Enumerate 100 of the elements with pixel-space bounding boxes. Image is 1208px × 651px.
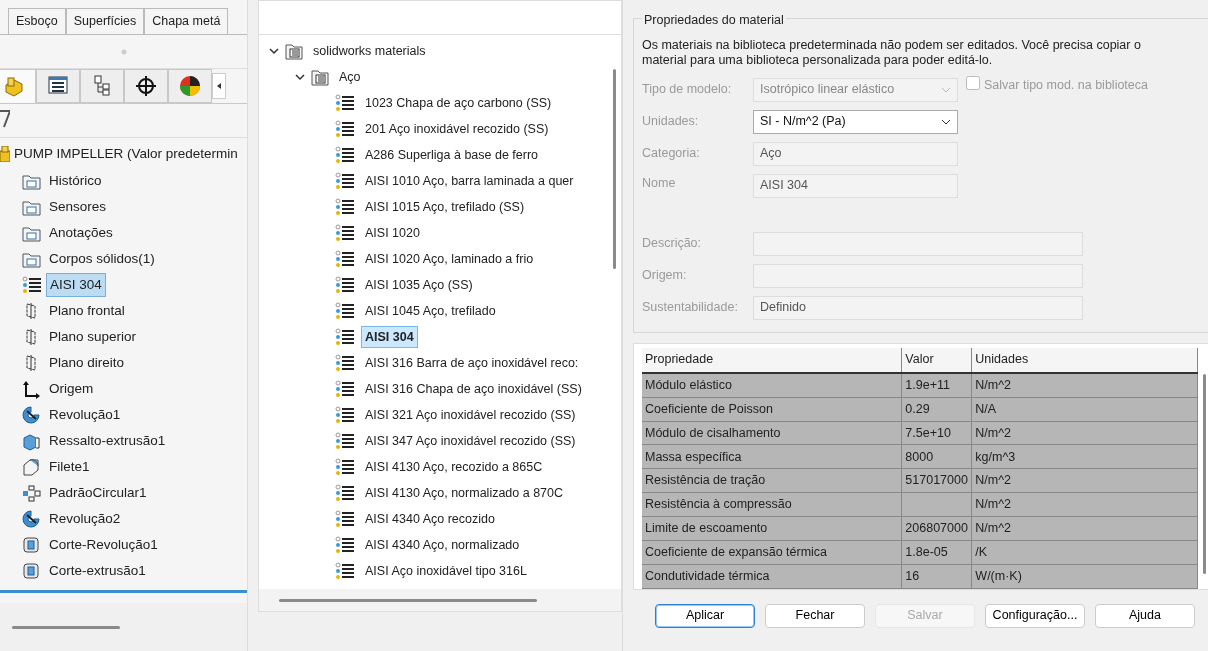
material-item[interactable]: AISI 4340 Aço, normalizado <box>361 533 524 557</box>
fillet-icon <box>22 457 41 477</box>
material-icon <box>335 94 355 112</box>
material-icon <box>335 458 355 476</box>
material-item[interactable]: AISI 4340 Aço recozido <box>361 507 499 531</box>
table-cell: Resistência à compressão <box>642 492 902 517</box>
scrollbar[interactable] <box>1202 373 1206 574</box>
part-icon <box>2 74 26 99</box>
panel-tab[interactable] <box>168 69 212 103</box>
material-icon <box>335 172 355 190</box>
material-icon <box>335 120 355 138</box>
chevron-icon <box>941 118 951 125</box>
library-item[interactable]: Aço <box>335 65 365 89</box>
material-item[interactable]: AISI 1045 Aço, trefilado <box>361 299 500 323</box>
material-item[interactable]: AISI 4130 Aço, recozido a 865C <box>361 455 547 479</box>
material-item[interactable]: AISI 304 <box>361 325 418 349</box>
tree-item[interactable]: Sensores <box>46 195 110 219</box>
filter-icon[interactable] <box>0 110 10 128</box>
material-item[interactable]: AISI 347 Aço inoxidável recozido (SS) <box>361 429 580 453</box>
tree-item[interactable]: Corpos sólidos(1) <box>46 247 158 271</box>
material-icon <box>335 484 355 502</box>
material-icon <box>335 406 355 424</box>
tree-item[interactable]: Origem <box>46 377 97 401</box>
library-item[interactable]: solidworks materials <box>309 39 430 63</box>
tree-item[interactable]: Plano frontal <box>46 299 128 323</box>
crosshair-icon <box>134 74 158 98</box>
table-cell: N/m^2 <box>971 372 1198 398</box>
tree-item[interactable]: Corte-extrusão1 <box>46 559 149 583</box>
table-cell: N/m^2 <box>971 516 1198 541</box>
tree-item[interactable]: Plano superior <box>46 325 140 349</box>
field-label: Sustentabilidade: <box>642 299 739 317</box>
tree-item[interactable]: Plano direito <box>46 351 128 375</box>
material-icon <box>335 562 355 580</box>
material-icon <box>335 302 355 320</box>
tree-item[interactable]: AISI 304 <box>46 272 106 298</box>
material-icon <box>335 198 355 216</box>
chevron-icon[interactable] <box>269 46 279 56</box>
grip-icon <box>120 48 127 55</box>
dialog-button[interactable]: Fechar <box>765 603 865 628</box>
material-icon <box>335 250 355 268</box>
material-item[interactable]: AISI 1020 Aço, laminado a frio <box>361 247 538 271</box>
toolbar-tab[interactable]: Chapa metá <box>144 8 229 34</box>
material-icon <box>22 275 41 295</box>
panel-tab[interactable] <box>124 69 168 103</box>
material-item[interactable]: 201 Aço inoxidável recozido (SS) <box>361 117 553 141</box>
scrollbar[interactable] <box>279 598 537 602</box>
material-item[interactable]: AISI 4130 Aço, normalizado a 870C <box>361 481 568 505</box>
scroll-left-button[interactable] <box>212 73 226 99</box>
column-header[interactable]: Propriedade <box>642 347 902 373</box>
field-label: Origem: <box>642 267 688 285</box>
origin-icon <box>22 379 41 399</box>
tree-item[interactable]: Ressalto-extrusão1 <box>46 429 169 453</box>
table-cell: Módulo elástico <box>642 372 902 398</box>
tree-item[interactable]: PUMP IMPELLER (Valor predetermin <box>14 143 238 165</box>
tree-item[interactable]: Anotações <box>46 221 116 245</box>
folder-icon <box>311 68 329 86</box>
tree-item[interactable]: PadrãoCircular1 <box>46 481 150 505</box>
material-icon <box>335 224 355 242</box>
dialog-button[interactable]: Ajuda <box>1095 603 1195 628</box>
material-item[interactable]: AISI 1010 Aço, barra laminada a quer <box>361 169 578 193</box>
table-cell: Módulo de cisalhamento <box>642 421 902 445</box>
dialog-button[interactable]: Configuração... <box>985 603 1085 628</box>
chevron-icon[interactable] <box>295 72 305 82</box>
dropdown[interactable]: SI - N/m^2 (Pa) <box>753 109 958 134</box>
scrollbar[interactable] <box>12 625 120 629</box>
folder-icon <box>285 42 303 60</box>
tree-item[interactable]: Revolução2 <box>46 507 124 531</box>
tree-item[interactable]: Revolução1 <box>46 403 124 427</box>
column-header[interactable]: Unidades <box>971 347 1198 373</box>
table-cell: Resistência de tração <box>642 468 902 493</box>
material-icon <box>335 354 355 372</box>
toolbar-tab[interactable]: Esboço <box>8 8 66 34</box>
appearance-icon <box>178 74 202 98</box>
field-label: Tipo de modelo: <box>642 81 733 99</box>
material-item[interactable]: AISI Aço inoxidável tipo 316L <box>361 559 531 583</box>
material-item[interactable]: AISI 1035 Aço (SS) <box>361 273 477 297</box>
material-item[interactable]: AISI 1020 <box>361 221 424 245</box>
material-item[interactable]: AISI 1015 Aço, trefilado (SS) <box>361 195 529 219</box>
column-header[interactable]: Valor <box>901 347 972 373</box>
dialog-button[interactable]: Aplicar <box>655 603 755 628</box>
material-item[interactable]: AISI 316 Chapa de aço inoxidável (SS) <box>361 377 586 401</box>
table-cell: kg/m^3 <box>971 444 1198 469</box>
material-item[interactable]: A286 Superliga à base de ferro <box>361 143 543 167</box>
material-item[interactable]: AISI 321 Aço inoxidável recozido (SS) <box>361 403 580 427</box>
material-item[interactable]: AISI 316 Barra de aço inoxidável reco: <box>361 351 583 375</box>
checkbox[interactable] <box>966 75 980 90</box>
tree-item[interactable]: Filete1 <box>46 455 93 479</box>
table-cell: W/(m·K) <box>971 564 1198 589</box>
tree-item[interactable]: Histórico <box>46 169 105 193</box>
scrollbar[interactable] <box>612 69 616 269</box>
material-item[interactable]: 1023 Chapa de aço carbono (SS) <box>361 91 556 115</box>
field-label: Descrição: <box>642 235 703 253</box>
toolbar-tab[interactable]: Superfícies <box>65 8 145 34</box>
panel-tab[interactable] <box>36 69 80 103</box>
tree-item[interactable]: Corte-Revolução1 <box>46 533 161 557</box>
table-cell: Limite de escoamento <box>642 516 902 541</box>
cut-icon <box>22 561 41 581</box>
table-cell: /K <box>971 540 1198 565</box>
table-cell: Coeficiente de Poisson <box>642 397 902 422</box>
triangle-icon <box>217 83 221 89</box>
